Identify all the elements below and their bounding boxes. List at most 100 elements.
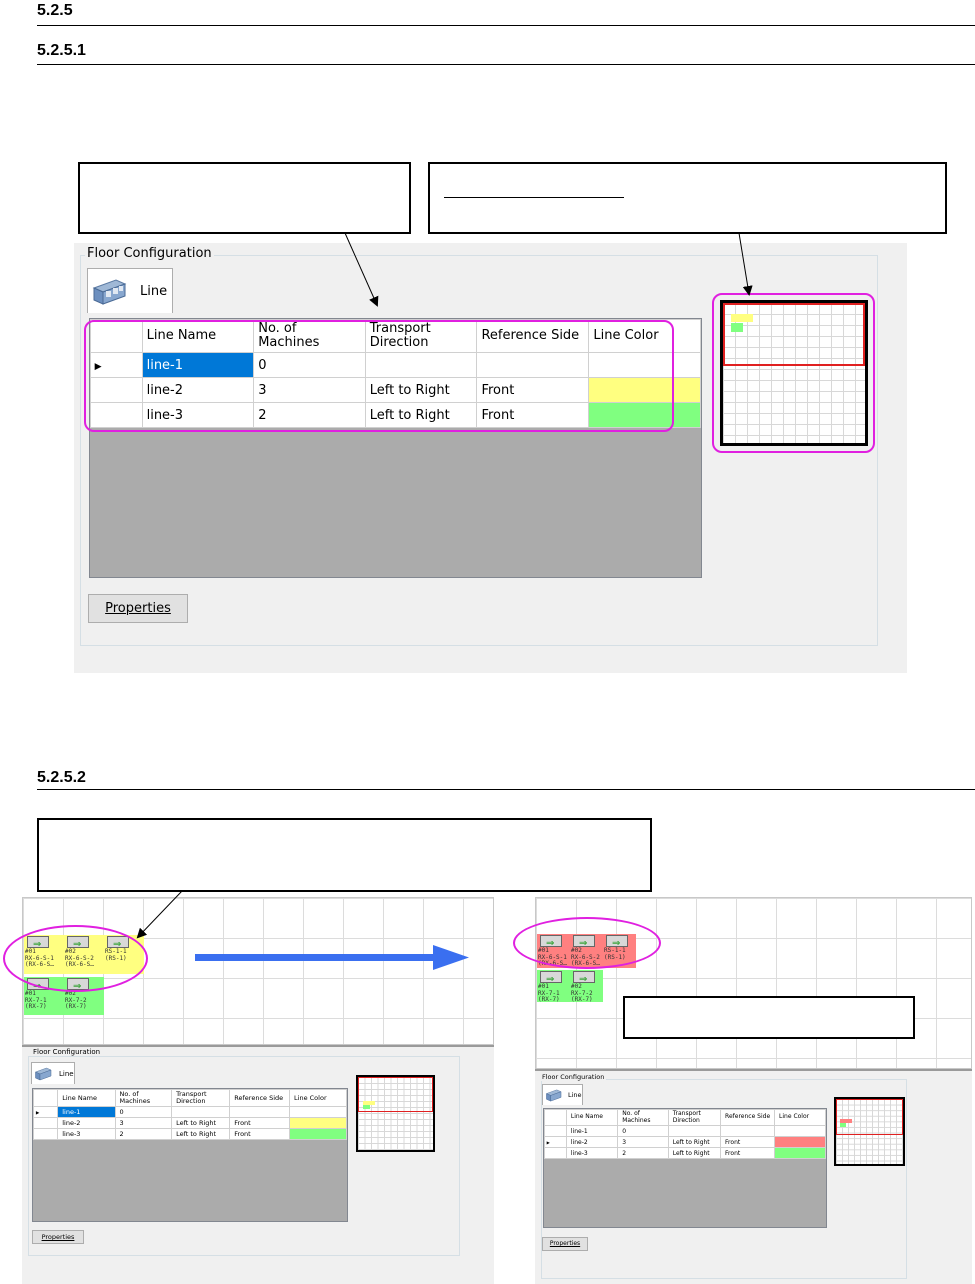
cell-machine-count[interactable]: 3 [617,1136,669,1148]
cell-line-name[interactable]: line-1 [565,1125,619,1137]
floor-machine-label: #02 RX-7-2 (RX-7) [65,990,87,1010]
column-header[interactable]: Reference Side [229,1089,291,1107]
callout-box-floor [37,818,652,892]
floor-config-label: Floor Configuration [31,1048,103,1056]
floor-machine[interactable]: ⇒ #02 RX-7-2 (RX-7) [570,970,603,1002]
minimap-view-frame [836,1099,903,1135]
tab-line-label: Line [568,1091,582,1099]
line-data-grid: Line Name No. of Machines Transport Directio… [32,1088,348,1222]
table-row[interactable]: line-3 2 Left to Right Front [33,1128,347,1140]
floor-minimap[interactable] [834,1097,905,1166]
cell-line-color[interactable] [289,1117,347,1129]
line-machines-icon [34,1067,52,1081]
cell-line-name[interactable]: line-3 [565,1147,619,1159]
minimap-view-frame [358,1077,433,1112]
floor-minimap[interactable] [356,1075,435,1152]
cell-line-color[interactable] [774,1136,826,1148]
current-row-indicator-icon: ▶ [35,1111,40,1116]
row-header[interactable]: ▶ [544,1136,567,1148]
cell-line-name[interactable]: line-1 [57,1106,116,1118]
line-table: Line Name No. of Machines Transport Directio… [33,1089,347,1140]
cell-line-color[interactable] [289,1128,347,1140]
floor-config-panel-small-after: Floor Configuration Line Line Name No. of… [535,1069,972,1284]
row-header[interactable] [33,1128,59,1140]
cell-transport-direction[interactable] [171,1106,231,1118]
properties-button-label: Properties [41,1233,75,1241]
column-header[interactable]: Line Name [565,1109,619,1126]
cell-line-name[interactable]: line-2 [565,1136,619,1148]
row-header[interactable] [544,1147,567,1159]
row-header[interactable] [33,1117,59,1129]
column-header[interactable]: Transport Direction [667,1109,722,1126]
cell-transport-direction[interactable]: Left to Right [667,1136,722,1148]
cell-reference-side[interactable]: Front [229,1117,291,1129]
cell-line-name[interactable]: line-2 [57,1117,116,1129]
row-header-corner [544,1109,567,1126]
cell-line-name[interactable]: line-3 [57,1128,116,1140]
table-row[interactable]: ▶ line-1 0 [33,1106,347,1118]
cell-line-color[interactable] [289,1106,347,1118]
column-header[interactable]: Line Color [774,1109,826,1126]
cell-machine-count[interactable]: 0 [114,1106,173,1118]
column-header-label: Direction [176,1097,206,1105]
current-row-indicator-icon: ▶ [546,1139,550,1145]
properties-button-label: Properties [105,601,171,616]
cell-reference-side[interactable]: Front [720,1136,776,1148]
cell-transport-direction[interactable]: Left to Right [171,1117,231,1129]
row-header-corner [33,1089,59,1107]
cell-machine-count[interactable]: 0 [617,1125,669,1137]
line-data-grid: Line Name No. of Machines Transport Directio… [543,1108,827,1228]
row-header[interactable] [544,1125,567,1137]
tab-line-label: Line [59,1070,74,1078]
column-header[interactable]: No. of Machines [617,1109,669,1126]
heading-rule [37,789,975,790]
column-header[interactable]: Line Color [289,1089,347,1107]
table-row[interactable]: line-3 2 Left to Right Front [544,1147,826,1159]
highlight-ellipse-after [513,917,661,969]
callout-box-line-color [623,996,915,1039]
cell-transport-direction[interactable] [667,1125,722,1137]
floor-machine-label: #01 RX-7-1 (RX-7) [25,990,47,1010]
column-header-label: Line Name [570,1113,603,1121]
properties-button[interactable]: Properties [542,1237,588,1251]
properties-button-label: Properties [549,1240,581,1247]
cell-reference-side[interactable] [229,1106,291,1118]
row-header[interactable]: ▶ [33,1106,59,1118]
column-header[interactable]: Line Name [57,1089,116,1107]
column-header-label: Machines [622,1116,651,1124]
column-header-label: Reference Side [234,1093,284,1102]
column-header-label: Line Name [62,1093,98,1102]
column-header-label: Reference Side [725,1113,771,1121]
floor-machine[interactable]: ⇒ #01 RX-7-1 (RX-7) [537,970,570,1002]
cell-reference-side[interactable] [720,1125,776,1137]
column-header[interactable]: Reference Side [720,1109,776,1126]
callout-arrow-lower [136,890,183,939]
table-row[interactable]: line-1 0 [544,1125,826,1137]
section-heading-sub2: 5.2.5.2 [37,769,86,786]
column-header[interactable]: Transport Direction [171,1089,231,1107]
column-header-label: Line Color [779,1113,810,1121]
transport-arrow-icon: ⇒ [579,974,588,985]
table-row[interactable]: ▶ line-2 3 Left to Right Front [544,1136,826,1148]
cell-transport-direction[interactable]: Left to Right [667,1147,722,1159]
callout-arrows [344,232,753,307]
highlight-ring-table [84,320,674,432]
properties-button[interactable]: Properties [32,1230,84,1244]
table-row[interactable]: line-2 3 Left to Right Front [33,1117,347,1129]
tab-line[interactable]: Line [542,1084,583,1105]
cell-machine-count[interactable]: 2 [617,1147,669,1159]
cell-machine-count[interactable]: 3 [114,1117,173,1129]
column-header-label: Direction [672,1116,700,1124]
column-header-label: Machines [119,1097,151,1105]
line-machines-icon [545,1089,562,1102]
properties-button[interactable]: Properties [88,594,188,623]
cell-transport-direction[interactable]: Left to Right [171,1128,231,1140]
column-header[interactable]: No. of Machines [114,1089,173,1107]
cell-reference-side[interactable]: Front [720,1147,776,1159]
cell-line-color[interactable] [774,1147,826,1159]
cell-reference-side[interactable]: Front [229,1128,291,1140]
tab-line[interactable]: Line [31,1062,75,1084]
column-header-label: Line Color [294,1093,327,1102]
cell-line-color[interactable] [774,1125,826,1137]
cell-machine-count[interactable]: 2 [114,1128,173,1140]
